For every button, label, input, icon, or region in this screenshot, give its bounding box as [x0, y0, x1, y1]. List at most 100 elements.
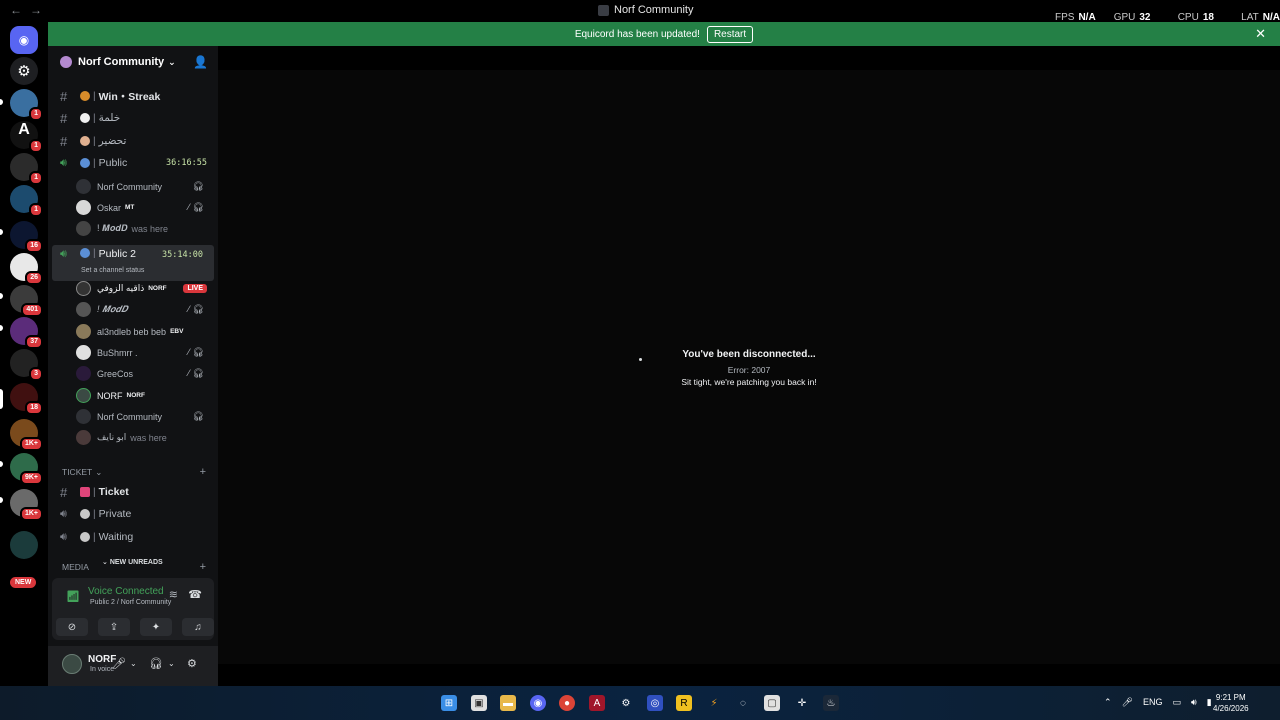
mute-deafen-icons: ⁄🎧︎	[188, 304, 207, 314]
user-panel: NORF In voice 🎤︎ ⌄ 🎧︎ ⌄ ⚙	[48, 646, 218, 686]
microphone-icon[interactable]: 🎤︎	[1122, 697, 1133, 708]
discord-home-icon[interactable]: ◉	[10, 26, 38, 54]
mute-deafen-icons: ⁄🎧︎	[188, 202, 207, 212]
settings-gear-icon[interactable]: ⚙	[10, 57, 38, 85]
server-icon[interactable]: 1K+	[10, 489, 43, 521]
voice-user[interactable]: Norf Community 🎧︎	[48, 406, 218, 427]
voice-user[interactable]: ذاقيه الزوفي NORF LIVE	[48, 278, 218, 299]
channel-ticket[interactable]: # | Ticket	[48, 482, 218, 502]
server-icon[interactable]: 1K+	[10, 419, 43, 451]
voice-user[interactable]: ابو نايف was here	[48, 427, 218, 448]
deafened-icon: 🎧︎	[192, 411, 207, 421]
voice-user[interactable]: al3ndleb beb beb EBV	[48, 321, 218, 342]
server-icon[interactable]: A1	[10, 121, 43, 153]
rockstar-icon[interactable]: R	[676, 695, 692, 711]
server-icon[interactable]	[10, 531, 38, 559]
taskbar: ⊞ ▣ ▬ ◉ ● A ⚙ ◎ R ⚡ ◌ ▢ ✛ ♨ ⌃ 🎤︎ ENG ▭ 🔊…	[0, 686, 1280, 720]
voice-user[interactable]: Norf Community 🎧︎	[48, 176, 218, 197]
server-icon[interactable]: 9K+	[10, 453, 43, 485]
language-indicator[interactable]: ENG	[1143, 697, 1163, 708]
server-icon[interactable]: 26	[10, 253, 43, 285]
voice-timer: 35:14:00	[162, 250, 203, 260]
avatar	[76, 388, 91, 403]
globe-icon	[80, 158, 90, 168]
camera-off-button[interactable]: ⊘	[56, 618, 88, 636]
steam-icon[interactable]: ♨	[823, 695, 839, 711]
server-icon[interactable]: 16	[10, 221, 43, 253]
voice-user[interactable]: ! 𝑴𝒐𝒅𝑫 was here	[48, 218, 218, 239]
voice-user[interactable]: NORF NORF	[48, 385, 218, 406]
discord-icon[interactable]: ◉	[530, 695, 546, 711]
start-menu-icon[interactable]: ⊞	[441, 695, 457, 711]
clock[interactable]: 9:21 PM 4/26/2026	[1213, 692, 1249, 714]
server-icon[interactable]: 3	[10, 349, 43, 381]
steelseries-icon[interactable]: ⚙	[618, 695, 634, 711]
add-channel-icon[interactable]: +	[200, 466, 206, 478]
activities-button[interactable]: ✦	[140, 618, 172, 636]
volume-icon[interactable]: 🔊︎	[1191, 697, 1197, 708]
add-channel-icon[interactable]: +	[200, 561, 206, 573]
avatar	[76, 409, 91, 424]
settings-gear-icon[interactable]: ⚙	[187, 657, 197, 670]
server-header[interactable]: Norf Community ⌄ 👤	[48, 46, 218, 78]
app-icon[interactable]: ✛	[794, 695, 810, 711]
headphones-icon[interactable]: 🎧︎	[149, 657, 163, 670]
restart-button[interactable]: Restart	[706, 25, 754, 43]
store-icon[interactable]: ▣	[471, 695, 487, 711]
voice-channel-public[interactable]: 🔊︎ | Public 36:16:55	[48, 153, 218, 173]
disconnected-title: You've been disconnected...	[682, 349, 816, 360]
close-icon[interactable]: ✕	[1255, 26, 1266, 42]
chrome-icon[interactable]: ●	[559, 695, 575, 711]
user-status: In voice	[90, 666, 115, 673]
voice-channel-waiting[interactable]: 🔊︎ | Waiting	[48, 527, 218, 547]
battery-icon[interactable]: ▮	[1207, 697, 1212, 708]
app-icon[interactable]: ⚡	[706, 695, 722, 711]
chevron-down-icon[interactable]: ⌄	[168, 659, 175, 668]
new-badge[interactable]: NEW	[10, 577, 37, 588]
app-icon[interactable]: ◎	[647, 695, 663, 711]
add-member-icon[interactable]: 👤	[193, 55, 208, 69]
voice-user[interactable]: Oskar MT ⁄🎧︎	[48, 197, 218, 218]
server-logo-icon	[598, 4, 609, 16]
soundboard-button[interactable]: ♫	[182, 618, 214, 636]
forward-arrow-icon[interactable]: →	[30, 3, 42, 17]
avatar	[76, 324, 91, 339]
clock-icon	[80, 532, 90, 542]
chevron-down-icon[interactable]: ⌄	[130, 659, 137, 668]
server-icon[interactable]: 37	[10, 317, 43, 349]
voice-channel-public-2[interactable]: 🔊︎ | Public 2 35:14:00 Set a channel sta…	[52, 245, 214, 281]
app-icon[interactable]: ▢	[764, 695, 780, 711]
new-unreads-pill[interactable]: ⌄ NEW UNREADS	[98, 556, 167, 568]
server-icon[interactable]: 18	[10, 383, 43, 415]
channel-win-streak[interactable]: # | Win・Streak	[48, 86, 218, 106]
server-icon[interactable]: 1	[10, 153, 43, 185]
server-icon[interactable]: 401	[10, 285, 43, 317]
avatar[interactable]	[62, 654, 82, 674]
category-ticket[interactable]: TICKET ⌄ +	[48, 465, 218, 479]
back-arrow-icon[interactable]: ←	[10, 3, 22, 17]
voice-user[interactable]: ! 𝑴𝒐𝒅𝑫 ⁄🎧︎	[48, 299, 218, 320]
server-icon	[60, 56, 72, 68]
network-icon[interactable]: ▭	[1173, 697, 1182, 708]
signal-icon[interactable]: 📶︎	[66, 590, 80, 603]
file-explorer-icon[interactable]: ▬	[500, 695, 516, 711]
microphone-icon[interactable]: 🎤︎	[112, 657, 126, 670]
voice-timer: 36:16:55	[166, 158, 207, 168]
screen-share-button[interactable]: ⇪	[98, 618, 130, 636]
channel-item[interactable]: # | خلمة	[48, 108, 218, 128]
server-icon[interactable]: 1	[10, 185, 43, 217]
channel-status[interactable]: Set a channel status	[81, 267, 144, 274]
noise-suppression-icon[interactable]: ≋	[169, 588, 178, 601]
app-icon[interactable]: A	[589, 695, 605, 711]
voice-status-subtitle[interactable]: Public 2 / Norf Community	[90, 599, 171, 606]
voice-user[interactable]: BuShmrr . ⁄🎧︎	[48, 342, 218, 363]
voice-channel-private[interactable]: 🔊︎ | Private	[48, 504, 218, 524]
app-icon[interactable]: ◌	[735, 695, 751, 711]
voice-user[interactable]: GreeCos ⁄🎧︎	[48, 363, 218, 384]
channel-item[interactable]: # | تحضير	[48, 131, 218, 151]
server-icon[interactable]: 1	[10, 89, 43, 121]
voice-status-title[interactable]: Voice Connected	[88, 586, 164, 597]
chevron-up-icon[interactable]: ⌃	[1104, 697, 1112, 708]
speaker-icon: 🔊︎	[60, 248, 67, 260]
disconnect-icon[interactable]: ☎	[188, 588, 202, 601]
